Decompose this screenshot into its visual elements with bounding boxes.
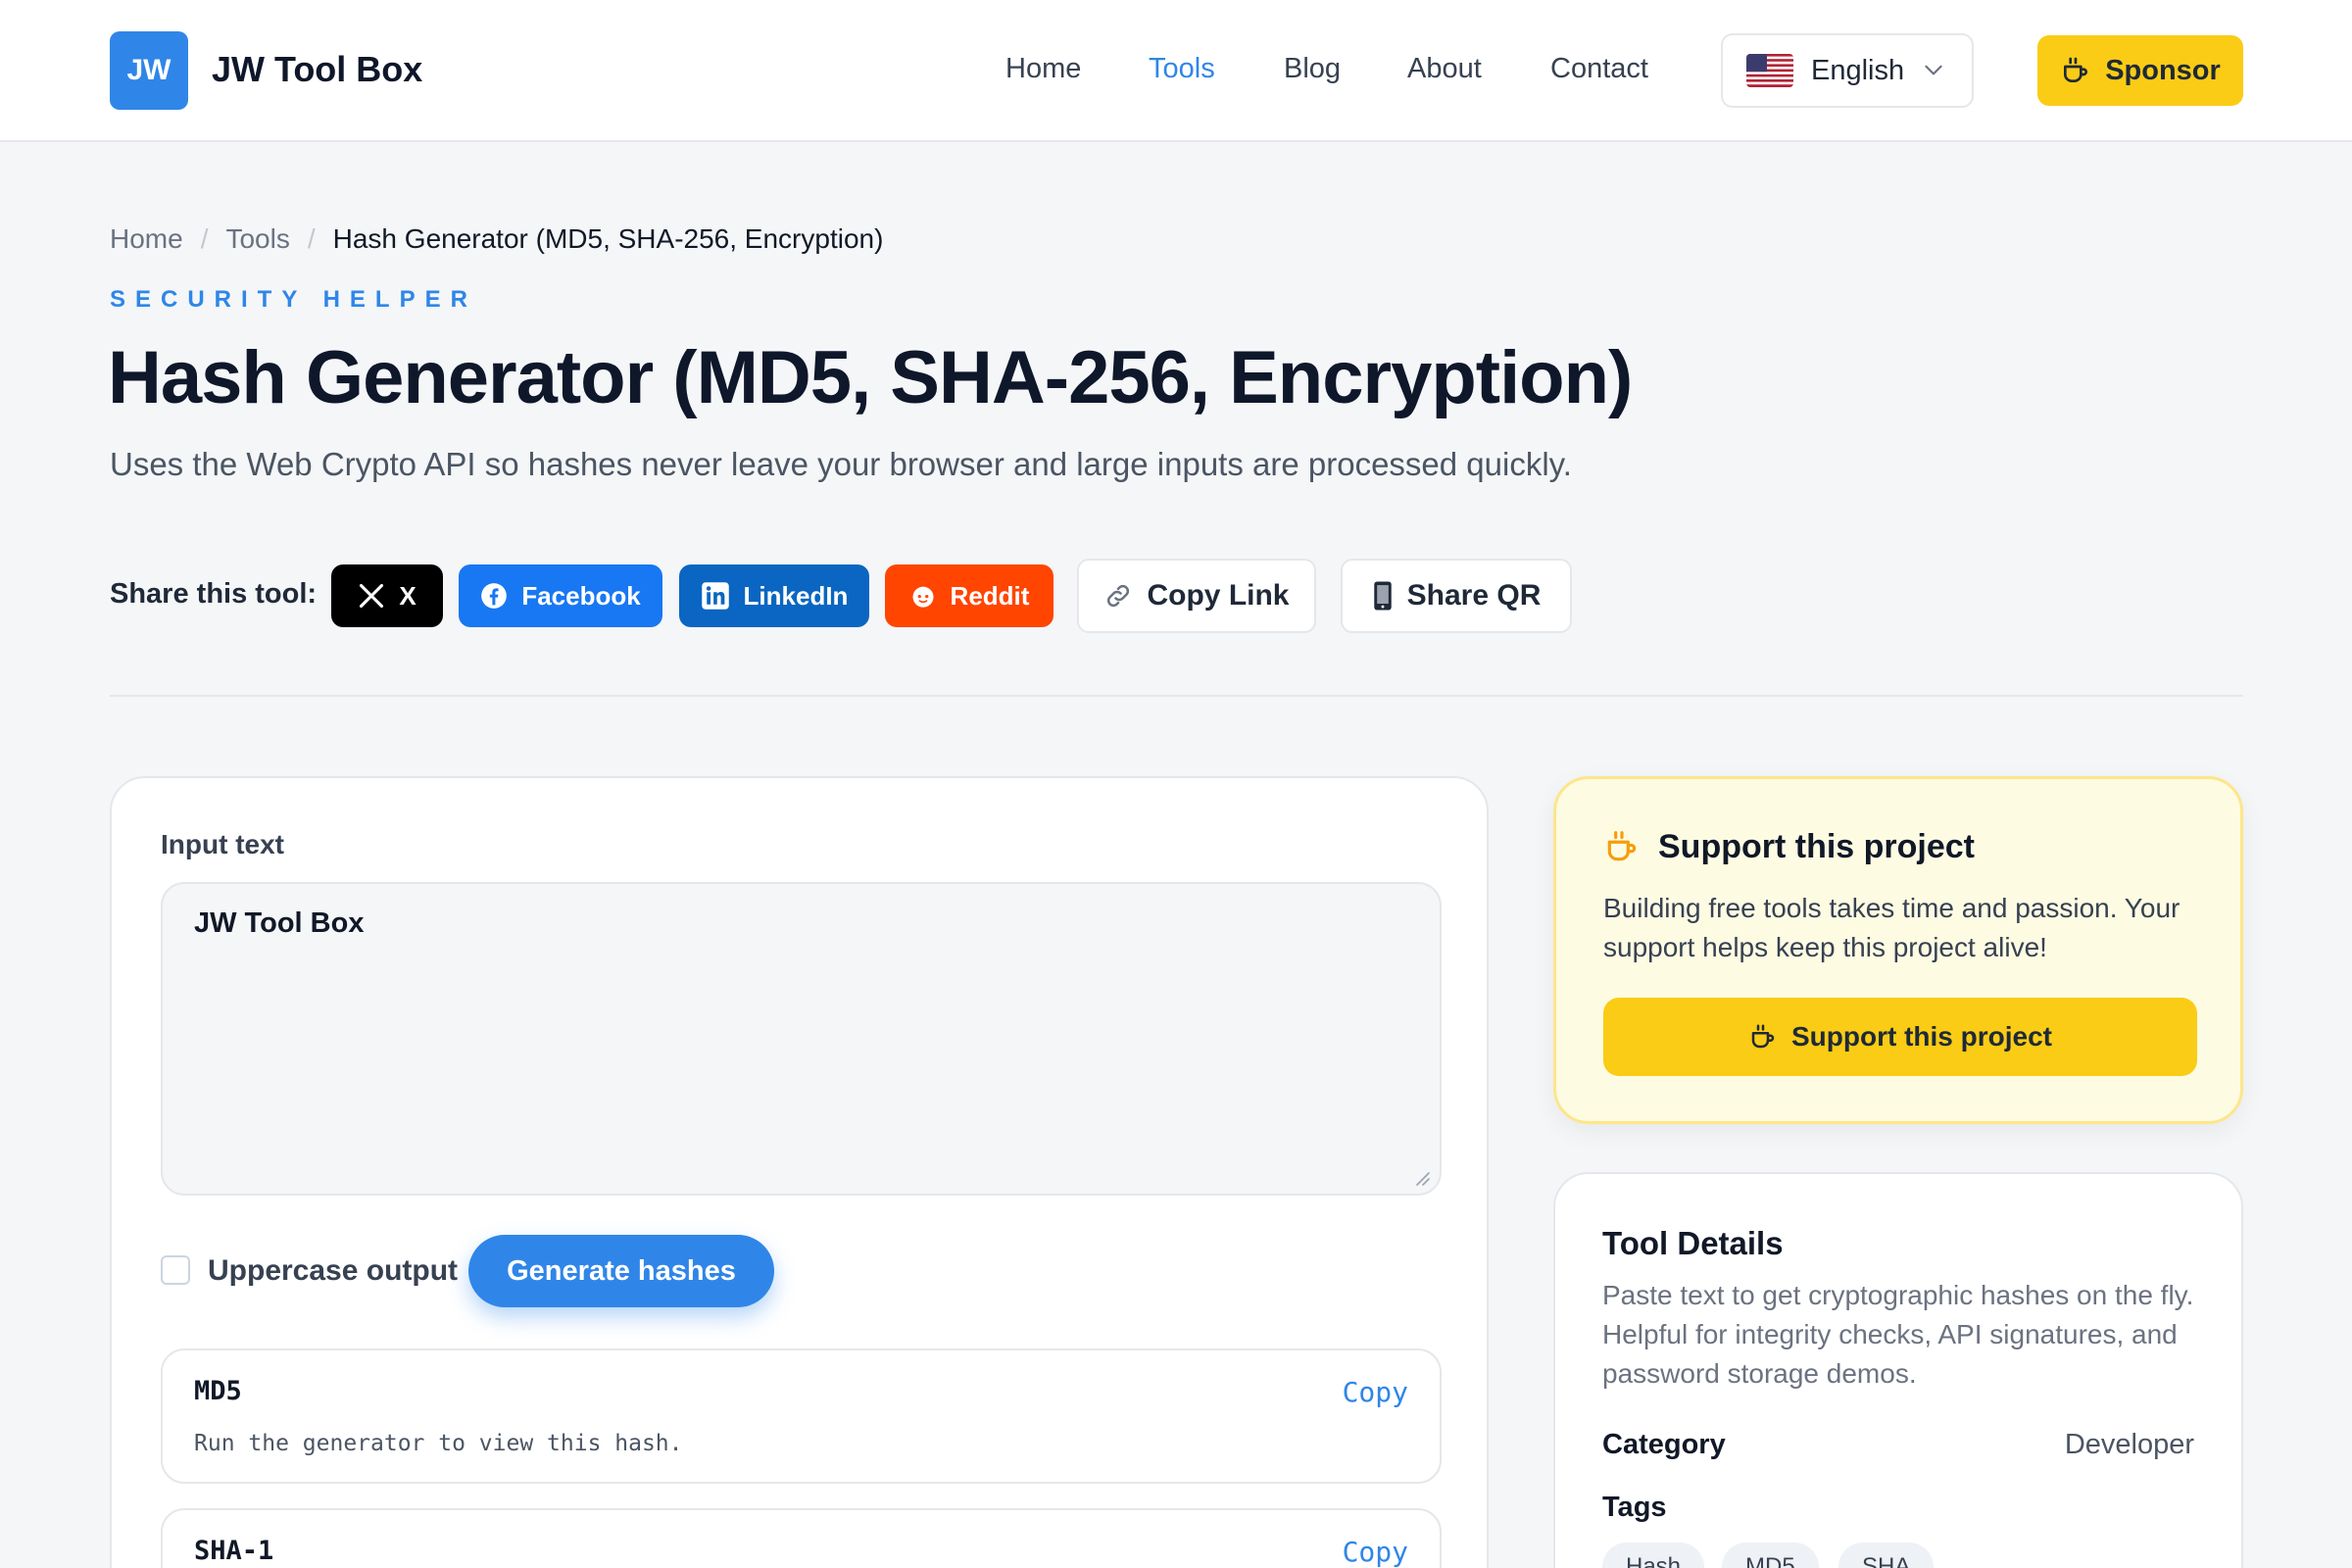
uppercase-label[interactable]: Uppercase output [208, 1254, 458, 1288]
link-icon [1103, 581, 1133, 611]
share-qr-button[interactable]: Share QR [1341, 559, 1572, 633]
hash-name: SHA-1 [194, 1536, 274, 1566]
brand-name[interactable]: JW Tool Box [212, 49, 422, 90]
us-flag-icon [1746, 54, 1793, 87]
nav-contact[interactable]: Contact [1550, 53, 1648, 85]
category-eyebrow: SECURITY HELPER [110, 286, 477, 313]
share-facebook-button[interactable]: Facebook [459, 564, 662, 627]
facebook-icon [480, 582, 508, 610]
breadcrumb-separator: / [200, 223, 209, 254]
copy-sha1-button[interactable]: Copy [1343, 1536, 1408, 1568]
language-selector[interactable]: English [1721, 33, 1974, 108]
nav-about[interactable]: About [1407, 53, 1482, 85]
nav-tools[interactable]: Tools [1149, 53, 1215, 85]
tag-chip[interactable]: MD5 [1722, 1543, 1819, 1568]
resize-handle-icon[interactable] [1412, 1168, 1430, 1186]
share-x-label: X [399, 580, 416, 611]
page-title: Hash Generator (MD5, SHA-256, Encryption… [108, 336, 1633, 419]
breadcrumb-separator: / [307, 223, 316, 254]
share-reddit-button[interactable]: Reddit [885, 564, 1054, 627]
coffee-cup-icon [1748, 1022, 1778, 1052]
hash-result-md5: MD5 Copy Run the generator to view this … [161, 1348, 1442, 1484]
page-description: Uses the Web Crypto API so hashes never … [110, 446, 1572, 482]
support-button-label: Support this project [1791, 1021, 2052, 1052]
category-label: Category [1602, 1429, 1726, 1460]
support-project-card: Support this project Building free tools… [1553, 776, 2243, 1124]
top-navigation-bar: JW JW Tool Box Home Tools Blog About Con… [0, 0, 2352, 142]
nav-home[interactable]: Home [1005, 53, 1081, 85]
coffee-cup-icon [2060, 55, 2091, 86]
logo[interactable]: JW [110, 31, 188, 110]
share-label: Share this tool: [110, 578, 318, 610]
share-qr-label: Share QR [1406, 579, 1542, 612]
generate-hashes-button[interactable]: Generate hashes [468, 1235, 774, 1307]
phone-icon [1372, 580, 1394, 612]
support-text: Building free tools takes time and passi… [1603, 893, 2180, 962]
share-x-button[interactable]: X [331, 564, 443, 627]
section-divider [110, 695, 2243, 697]
category-value: Developer [2064, 1429, 2194, 1460]
tags-label: Tags [1602, 1492, 1667, 1523]
input-textarea[interactable]: JW Tool Box [161, 882, 1442, 1196]
hash-value: Run the generator to view this hash. [194, 1431, 683, 1456]
support-title: Support this project [1658, 828, 1975, 865]
copy-link-label: Copy Link [1147, 579, 1290, 612]
breadcrumb-home[interactable]: Home [110, 223, 183, 255]
breadcrumb-current: Hash Generator (MD5, SHA-256, Encryption… [332, 223, 884, 254]
tag-chip[interactable]: SHA [1838, 1543, 1935, 1568]
share-linkedin-button[interactable]: LinkedIn [679, 564, 869, 627]
hash-name: MD5 [194, 1376, 242, 1406]
nav-blog[interactable]: Blog [1284, 53, 1341, 85]
hash-tool-card: Input text JW Tool Box Uppercase output … [110, 776, 1489, 1568]
copy-md5-button[interactable]: Copy [1343, 1376, 1408, 1408]
breadcrumb: Home / Tools / Hash Generator (MD5, SHA-… [110, 223, 883, 255]
sponsor-label: Sponsor [2105, 54, 2221, 86]
copy-link-button[interactable]: Copy Link [1077, 559, 1316, 633]
input-label: Input text [161, 829, 284, 859]
tool-details-card: Tool Details Paste text to get cryptogra… [1553, 1172, 2243, 1568]
tag-chip[interactable]: Hash [1602, 1543, 1705, 1568]
support-project-button[interactable]: Support this project [1603, 998, 2197, 1076]
uppercase-checkbox[interactable] [161, 1255, 190, 1285]
chevron-down-icon [1921, 57, 1946, 82]
x-logo-icon [358, 582, 385, 610]
reddit-icon [909, 582, 937, 610]
sponsor-button[interactable]: Sponsor [2037, 35, 2243, 106]
share-linkedin-label: LinkedIn [743, 580, 849, 611]
share-reddit-label: Reddit [950, 580, 1030, 611]
details-description: Paste text to get cryptographic hashes o… [1602, 1280, 2194, 1389]
breadcrumb-tools[interactable]: Tools [225, 223, 289, 255]
linkedin-icon [701, 581, 730, 611]
share-facebook-label: Facebook [521, 580, 641, 611]
hash-result-sha1: SHA-1 Copy [161, 1508, 1442, 1568]
input-value: JW Tool Box [194, 907, 365, 939]
details-title: Tool Details [1602, 1225, 1784, 1261]
language-label: English [1811, 54, 1905, 86]
coffee-cup-icon [1603, 828, 1641, 865]
